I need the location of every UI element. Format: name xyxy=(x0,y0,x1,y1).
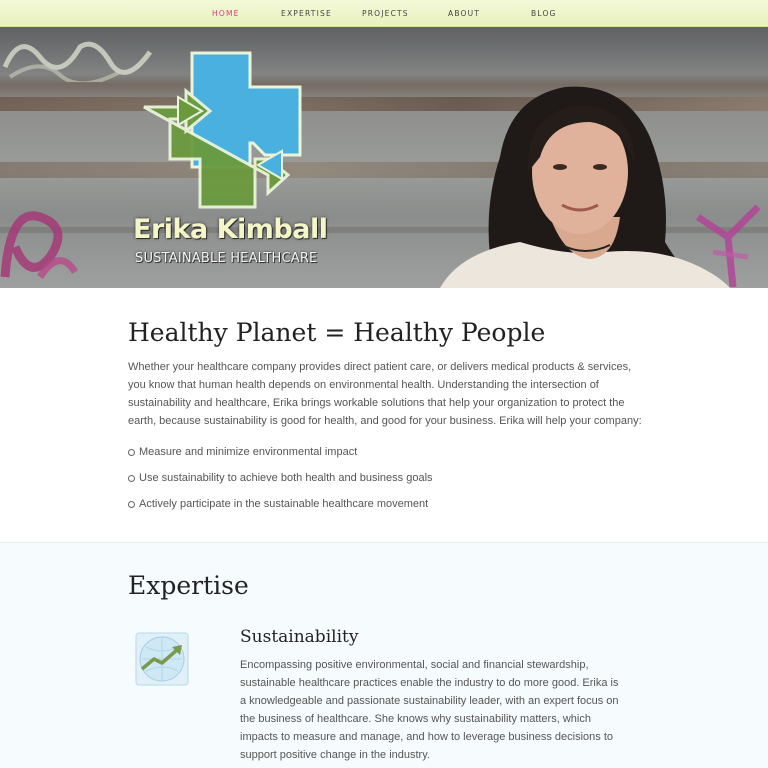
list-item: Measure and minimize environmental impac… xyxy=(128,444,433,470)
expertise-heading: Expertise xyxy=(128,571,249,600)
expertise-section: Expertise Sustainability Encompassing po… xyxy=(0,542,768,768)
graffiti-decoration xyxy=(0,211,79,280)
list-item: Use sustainability to achieve both healt… xyxy=(128,470,433,496)
nav-about[interactable]: ABOUT xyxy=(448,9,480,18)
intro-section: Healthy Planet = Healthy People Whether … xyxy=(0,288,768,542)
intro-heading: Healthy Planet = Healthy People xyxy=(128,318,546,347)
expertise-item-title: Sustainability xyxy=(240,627,359,647)
top-navigation: HOME EXPERTISE PROJECTS ABOUT BLOG xyxy=(0,0,768,27)
medical-cross-arrows-icon xyxy=(143,51,302,209)
hero-subtitle: SUSTAINABLE HEALTHCARE xyxy=(135,251,318,266)
list-item: Actively participate in the sustainable … xyxy=(128,496,433,522)
expertise-item-paragraph: Encompassing positive environmental, soc… xyxy=(240,659,619,761)
globe-chart-icon xyxy=(135,632,189,686)
nav-home[interactable]: HOME xyxy=(212,9,240,18)
intro-bullet-list: Measure and minimize environmental impac… xyxy=(128,444,433,522)
nav-expertise[interactable]: EXPERTISE xyxy=(281,9,332,18)
nav-blog[interactable]: BLOG xyxy=(531,9,557,18)
nav-projects[interactable]: PROJECTS xyxy=(362,9,409,18)
hero-name: Erika Kimball xyxy=(133,214,328,245)
hero-banner: Erika Kimball SUSTAINABLE HEALTHCARE xyxy=(0,27,768,288)
portrait-photo xyxy=(440,86,730,288)
intro-paragraph: Whether your healthcare company provides… xyxy=(128,361,642,427)
